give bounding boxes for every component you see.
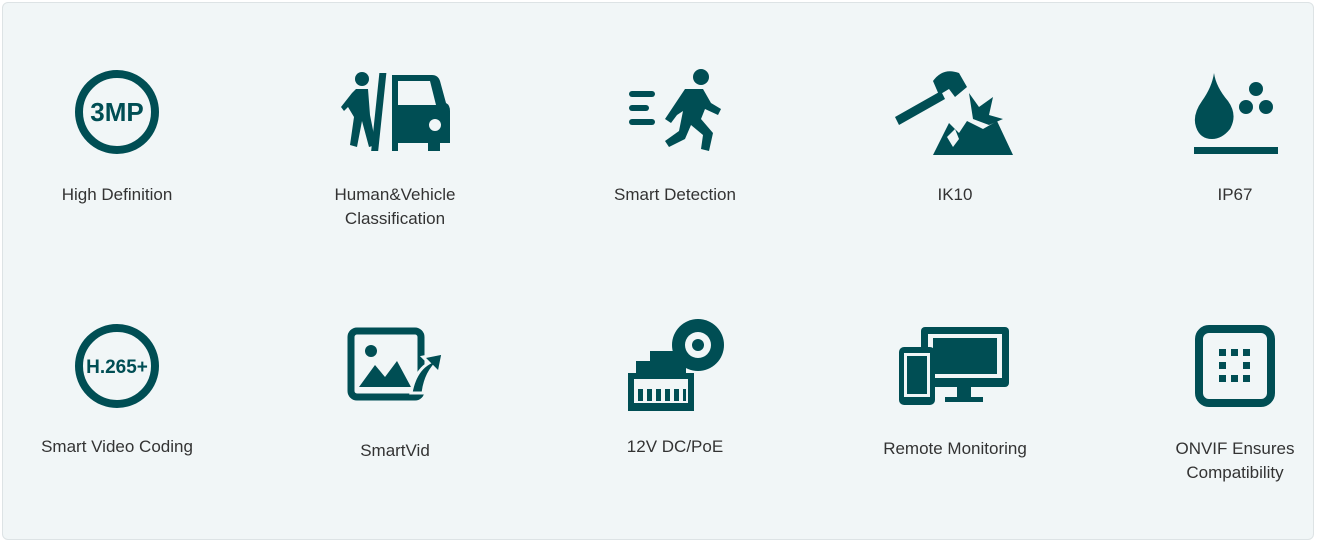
feature-label: Smart Video Coding xyxy=(41,437,193,456)
h265-icon: H.265+ xyxy=(75,324,159,408)
running-person-icon xyxy=(629,69,721,151)
feature-remote-monitoring: Remote Monitoring xyxy=(835,321,1075,461)
3mp-icon-text: 3MP xyxy=(90,97,143,127)
feature-smart-detection: Smart Detection xyxy=(555,67,795,207)
feature-label: Human&Vehicle Classification xyxy=(334,185,456,228)
feature-label: ONVIF Ensures Compatibility xyxy=(1175,439,1295,482)
feature-onvif: ONVIF Ensures Compatibility xyxy=(1115,321,1318,485)
feature-label: Remote Monitoring xyxy=(883,439,1027,458)
hammer-impact-icon xyxy=(895,71,1013,155)
features-panel: 3MP High Definition Human&Vehicle Classi… xyxy=(2,2,1314,540)
water-dust-icon xyxy=(1194,73,1278,154)
feature-human-vehicle: Human&Vehicle Classification xyxy=(275,67,515,231)
feature-label: SmartVid xyxy=(360,441,430,460)
feature-label: IK10 xyxy=(937,185,973,204)
feature-high-definition: 3MP High Definition xyxy=(0,67,237,207)
monitor-phone-icon xyxy=(899,327,1009,405)
feature-label: IP67 xyxy=(1217,185,1253,204)
human-vehicle-icon xyxy=(341,72,450,151)
feature-label: 12V DC/PoE xyxy=(626,437,724,456)
ethernet-port-icon xyxy=(628,319,724,411)
feature-label: Smart Detection xyxy=(614,185,736,204)
3mp-icon: 3MP xyxy=(75,70,159,154)
feature-smartvid: SmartVid xyxy=(275,321,515,463)
feature-12v-dc-poe: 12V DC/PoE xyxy=(555,317,795,459)
feature-ik10: IK10 xyxy=(835,67,1075,207)
feature-label: High Definition xyxy=(61,185,173,204)
feature-ip67: IP67 xyxy=(1115,67,1318,207)
feature-smart-video-coding: H.265+ Smart Video Coding xyxy=(0,321,237,459)
onvif-chip-icon xyxy=(1195,325,1275,407)
h265-icon-text: H.265+ xyxy=(86,357,148,378)
image-arrow-icon xyxy=(347,327,445,401)
